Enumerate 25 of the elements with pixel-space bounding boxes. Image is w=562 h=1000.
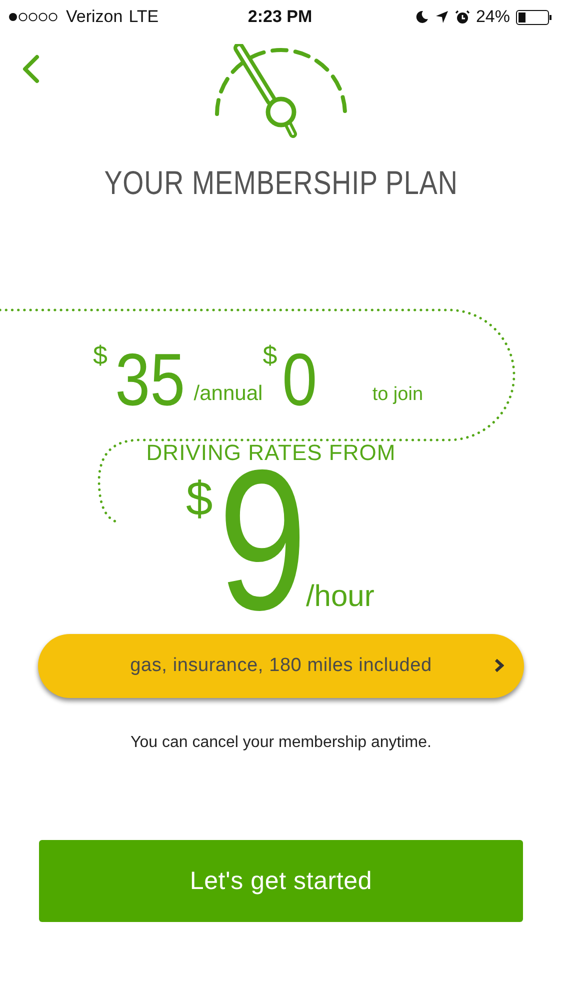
included-features-button[interactable]: gas, insurance, 180 miles included	[38, 634, 524, 698]
chevron-left-icon	[20, 54, 42, 84]
clock-time: 2:23 PM	[248, 7, 312, 27]
get-started-button[interactable]: Let's get started	[39, 840, 523, 922]
period-label: /annual	[194, 382, 263, 406]
rates-label: DRIVING RATES FROM	[146, 440, 396, 465]
moon-icon	[414, 10, 429, 24]
currency-symbol: $	[262, 340, 278, 371]
currency-symbol: $	[93, 340, 108, 371]
screen-title: YOUR MEMBERSHIP PLAN	[103, 164, 459, 202]
chevron-right-icon	[494, 658, 504, 673]
cancel-note: You can cancel your membership anytime.	[130, 734, 432, 752]
annual-price: 35	[116, 350, 186, 410]
battery-icon	[516, 10, 552, 24]
network-type: LTE	[128, 7, 159, 27]
currency-symbol: $	[186, 472, 213, 527]
join-price: 0	[282, 350, 318, 410]
alarm-clock-icon	[454, 10, 470, 24]
location-arrow-icon	[434, 10, 449, 24]
period-label: /hour	[306, 580, 374, 614]
join-label: to join	[372, 384, 424, 406]
hourly-price: 9	[218, 466, 307, 616]
signal-icon	[8, 12, 60, 22]
carrier-name: Verizon	[66, 7, 123, 27]
battery-percent: 24%	[476, 7, 510, 27]
